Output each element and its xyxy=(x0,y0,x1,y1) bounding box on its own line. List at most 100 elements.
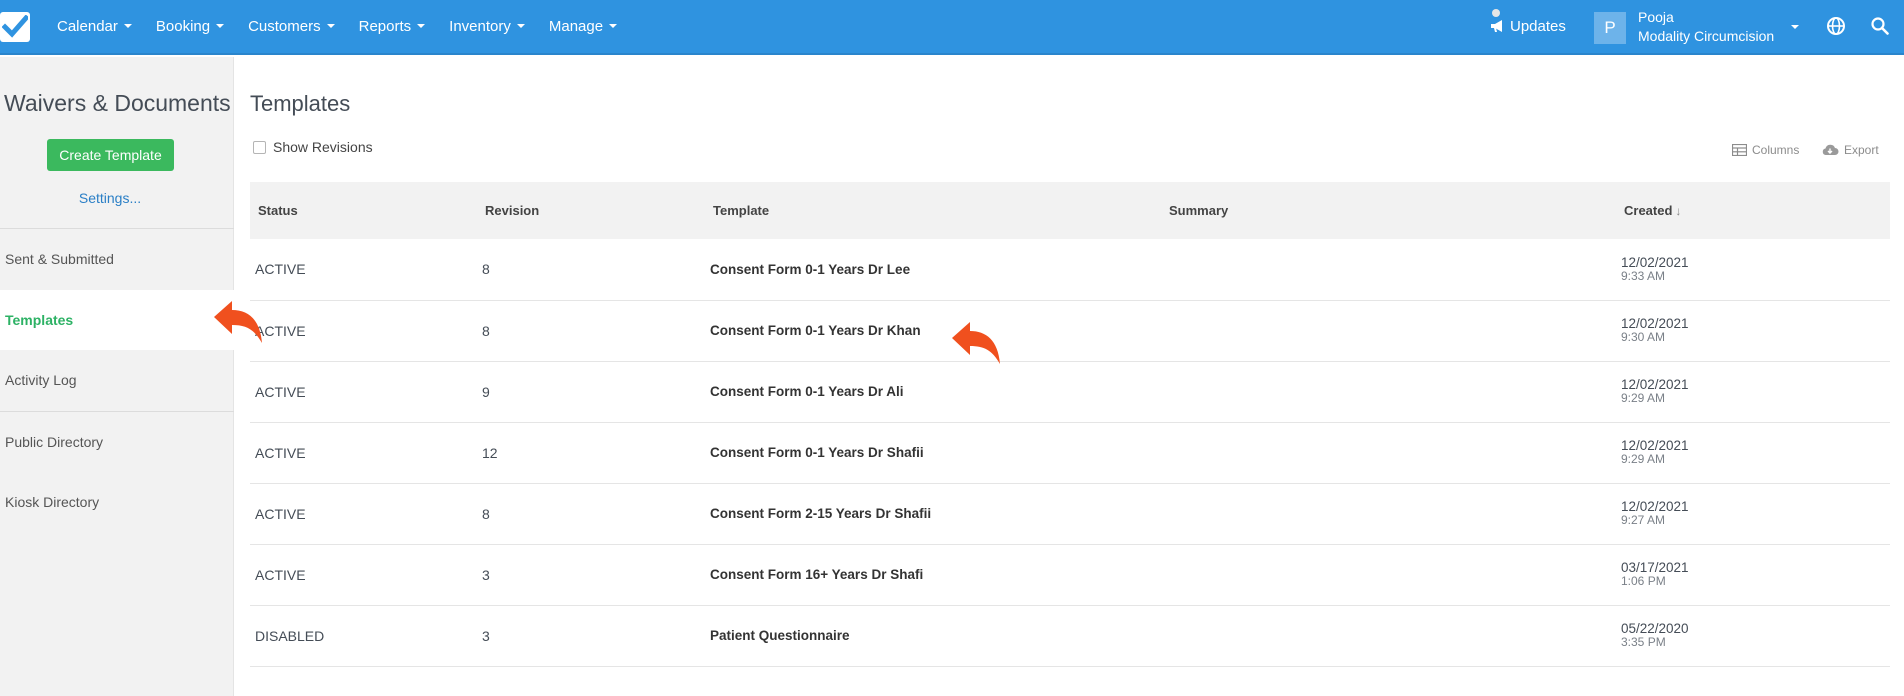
column-header-status[interactable]: Status xyxy=(250,182,477,239)
created-time: 9:29 AM xyxy=(1621,452,1666,466)
curved-arrow-annotation-icon xyxy=(214,301,262,343)
nav-reports[interactable]: Reports xyxy=(347,0,438,55)
created-date: 05/22/2020 xyxy=(1621,621,1689,636)
cell-status: ACTIVE xyxy=(255,383,306,400)
export-button[interactable]: Export xyxy=(1821,143,1879,157)
cell-status: ACTIVE xyxy=(255,261,306,278)
page-title: Templates xyxy=(250,91,351,116)
created-time: 3:35 PM xyxy=(1621,635,1666,649)
cell-template-name[interactable]: Consent Form 0-1 Years Dr Shafii xyxy=(705,422,1161,483)
sidebar: Waivers & Documents Create Template Sett… xyxy=(0,57,235,696)
created-date: 12/02/2021 xyxy=(1621,438,1689,453)
cell-template-name[interactable]: Consent Form 0-1 Years Dr Ali xyxy=(705,361,1161,422)
cloud-download-icon xyxy=(1822,145,1839,156)
user-name: Pooja xyxy=(1638,9,1674,25)
cell-template-name[interactable]: Consent Form 0-1 Years Dr Lee xyxy=(705,239,1161,300)
created-time: 9:27 AM xyxy=(1621,513,1666,527)
caret-down-icon xyxy=(216,24,225,29)
sidebar-item-kiosk-directory[interactable]: Kiosk Directory xyxy=(0,472,234,532)
sort-arrow-icon: ↓ xyxy=(1675,204,1682,218)
cell-summary xyxy=(1161,300,1616,361)
cell-created: 05/22/2020 3:35 PM xyxy=(1616,605,1890,666)
table-row[interactable]: ACTIVE 8 Consent Form 0-1 Years Dr Lee 1… xyxy=(250,239,1890,300)
nav-manage[interactable]: Manage xyxy=(537,0,629,55)
user-company: Modality Circumcision xyxy=(1638,28,1775,44)
main-menu: Calendar Booking Customers Reports Inven… xyxy=(45,0,629,55)
caret-down-icon xyxy=(123,24,132,29)
curved-arrow-annotation-icon xyxy=(952,322,1000,364)
checkmark-logo-icon xyxy=(2,15,28,38)
column-header-created[interactable]: Created ↓ xyxy=(1616,182,1890,239)
app-logo[interactable] xyxy=(0,12,30,42)
cell-summary xyxy=(1161,544,1616,605)
table-row[interactable]: ACTIVE 12 Consent Form 0-1 Years Dr Shaf… xyxy=(250,422,1890,483)
sidebar-item-templates[interactable]: Templates xyxy=(0,290,235,350)
nav-inventory[interactable]: Inventory xyxy=(437,0,537,55)
nav-customers[interactable]: Customers xyxy=(236,0,347,55)
cell-template-name[interactable]: Consent Form 2-15 Years Dr Shafii xyxy=(705,483,1161,544)
cell-template-name[interactable]: Consent Form 0-1 Years Dr Khan xyxy=(705,300,1161,361)
caret-down-icon xyxy=(516,24,525,29)
cell-summary xyxy=(1161,422,1616,483)
created-date: 12/02/2021 xyxy=(1621,499,1689,514)
cell-created: 12/02/2021 9:27 AM xyxy=(1616,483,1890,544)
table-row[interactable]: ACTIVE 9 Consent Form 0-1 Years Dr Ali 1… xyxy=(250,361,1890,422)
cell-summary xyxy=(1161,605,1616,666)
table-row[interactable]: ACTIVE 3 Consent Form 16+ Years Dr Shafi… xyxy=(250,544,1890,605)
column-header-summary[interactable]: Summary xyxy=(1161,182,1616,239)
created-time: 9:29 AM xyxy=(1621,391,1666,405)
cell-status: ACTIVE xyxy=(255,444,306,461)
caret-down-icon xyxy=(1791,25,1799,29)
table-header-row: Status Revision Template Summary Created… xyxy=(250,182,1890,239)
cell-template-name[interactable]: Consent Form 16+ Years Dr Shafi xyxy=(705,544,1161,605)
sidebar-item-activity-log[interactable]: Activity Log xyxy=(0,350,234,410)
show-revisions-checkbox[interactable] xyxy=(253,140,266,154)
cell-revision: 8 xyxy=(482,261,490,278)
templates-table: Status Revision Template Summary Created… xyxy=(250,182,1890,667)
cell-status: ACTIVE xyxy=(255,505,306,522)
cell-revision: 9 xyxy=(482,383,490,400)
megaphone-icon xyxy=(1491,20,1502,33)
table-row[interactable]: ACTIVE 8 Consent Form 0-1 Years Dr Khan … xyxy=(250,300,1890,361)
avatar: P xyxy=(1594,12,1626,44)
updates-button[interactable]: Updates xyxy=(1490,0,1566,55)
cell-summary xyxy=(1161,361,1616,422)
cell-created: 12/02/2021 9:30 AM xyxy=(1616,300,1890,361)
nav-booking[interactable]: Booking xyxy=(144,0,236,55)
show-revisions-toggle[interactable]: Show Revisions xyxy=(253,139,373,155)
table-row[interactable]: DISABLED 3 Patient Questionnaire 05/22/2… xyxy=(250,605,1890,666)
created-date: 12/02/2021 xyxy=(1621,377,1689,392)
cell-created: 12/02/2021 9:29 AM xyxy=(1616,422,1890,483)
show-revisions-label: Show Revisions xyxy=(273,139,373,155)
created-date: 12/02/2021 xyxy=(1621,316,1689,331)
columns-button[interactable]: Columns xyxy=(1731,143,1799,157)
caret-down-icon xyxy=(326,24,335,29)
cell-created: 03/17/2021 1:06 PM xyxy=(1616,544,1890,605)
cell-template-name[interactable]: Patient Questionnaire xyxy=(705,605,1161,666)
table-row[interactable]: ACTIVE 8 Consent Form 2-15 Years Dr Shaf… xyxy=(250,483,1890,544)
create-template-button[interactable]: Create Template xyxy=(47,139,174,171)
column-header-template[interactable]: Template xyxy=(705,182,1161,239)
columns-icon xyxy=(1731,143,1748,156)
search-icon[interactable] xyxy=(1871,17,1889,40)
sidebar-item-sent-submitted[interactable]: Sent & Submitted xyxy=(0,229,234,289)
nav-calendar[interactable]: Calendar xyxy=(45,0,144,55)
settings-link[interactable]: Settings... xyxy=(0,190,220,206)
created-time: 9:33 AM xyxy=(1621,268,1666,283)
cell-revision: 8 xyxy=(482,505,490,522)
caret-down-icon xyxy=(609,24,618,29)
cell-created: 12/02/2021 9:29 AM xyxy=(1616,361,1890,422)
updates-label: Updates xyxy=(1510,18,1566,35)
sidebar-item-public-directory[interactable]: Public Directory xyxy=(0,412,234,472)
sidebar-title: Waivers & Documents xyxy=(4,90,231,116)
cell-revision: 3 xyxy=(482,566,490,583)
notification-dot xyxy=(1492,9,1500,17)
cell-summary xyxy=(1161,483,1616,544)
globe-icon[interactable] xyxy=(1826,16,1846,41)
created-time: 9:30 AM xyxy=(1621,330,1666,344)
caret-down-icon xyxy=(417,24,426,29)
cell-revision: 3 xyxy=(482,627,490,644)
cell-revision: 12 xyxy=(482,444,498,461)
column-header-revision[interactable]: Revision xyxy=(477,182,705,239)
cell-created: 12/02/2021 9:33 AM xyxy=(1616,239,1890,300)
